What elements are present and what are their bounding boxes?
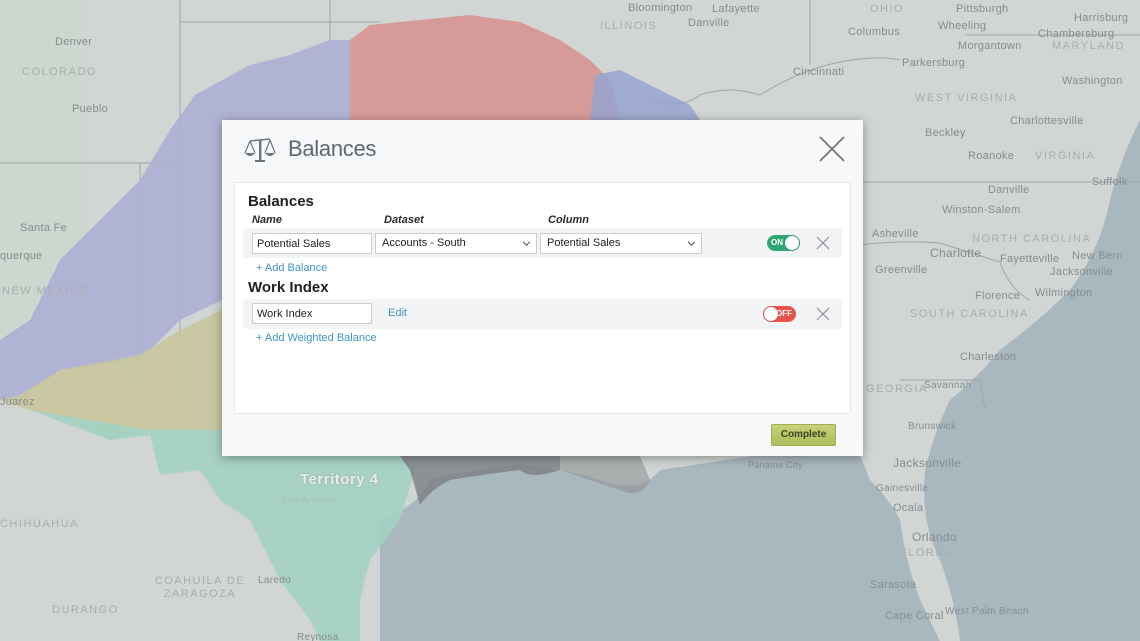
- column-header-dataset: Dataset: [384, 214, 424, 226]
- balance-name-input[interactable]: [252, 233, 372, 254]
- work-index-section-title: Work Index: [248, 279, 329, 296]
- work-index-enabled-toggle[interactable]: OFF: [763, 306, 796, 322]
- complete-button[interactable]: Complete: [771, 424, 836, 446]
- chevron-down-icon: [523, 241, 530, 246]
- modal-header: Balances: [222, 120, 863, 178]
- modal-title: Balances: [288, 136, 377, 161]
- chevron-down-icon: [688, 241, 695, 246]
- column-header-column: Column: [548, 214, 589, 226]
- scales-icon: [244, 138, 276, 162]
- column-select-value: Potential Sales: [547, 237, 621, 249]
- toggle-label: OFF: [776, 309, 792, 318]
- add-balance-link[interactable]: + Add Balance: [256, 262, 327, 274]
- remove-work-index-icon[interactable]: [816, 307, 830, 321]
- add-weighted-balance-link[interactable]: + Add Weighted Balance: [256, 332, 377, 344]
- balances-section-title: Balances: [248, 193, 314, 210]
- balance-enabled-toggle[interactable]: ON: [767, 235, 800, 251]
- dataset-select[interactable]: Accounts - South: [375, 233, 537, 254]
- close-icon[interactable]: [818, 135, 846, 163]
- remove-balance-icon[interactable]: [816, 236, 830, 250]
- dataset-select-value: Accounts - South: [382, 237, 466, 249]
- toggle-label: ON: [771, 238, 783, 247]
- modal-body: Balances Name Dataset Column Accounts - …: [234, 182, 851, 414]
- work-index-name-input[interactable]: [252, 303, 372, 324]
- edit-work-index-link[interactable]: Edit: [388, 307, 407, 319]
- toggle-knob: [785, 236, 799, 250]
- column-select[interactable]: Potential Sales: [540, 233, 702, 254]
- balances-modal: Balances Balances Name Dataset Column Ac…: [222, 120, 863, 456]
- column-header-name: Name: [252, 214, 282, 226]
